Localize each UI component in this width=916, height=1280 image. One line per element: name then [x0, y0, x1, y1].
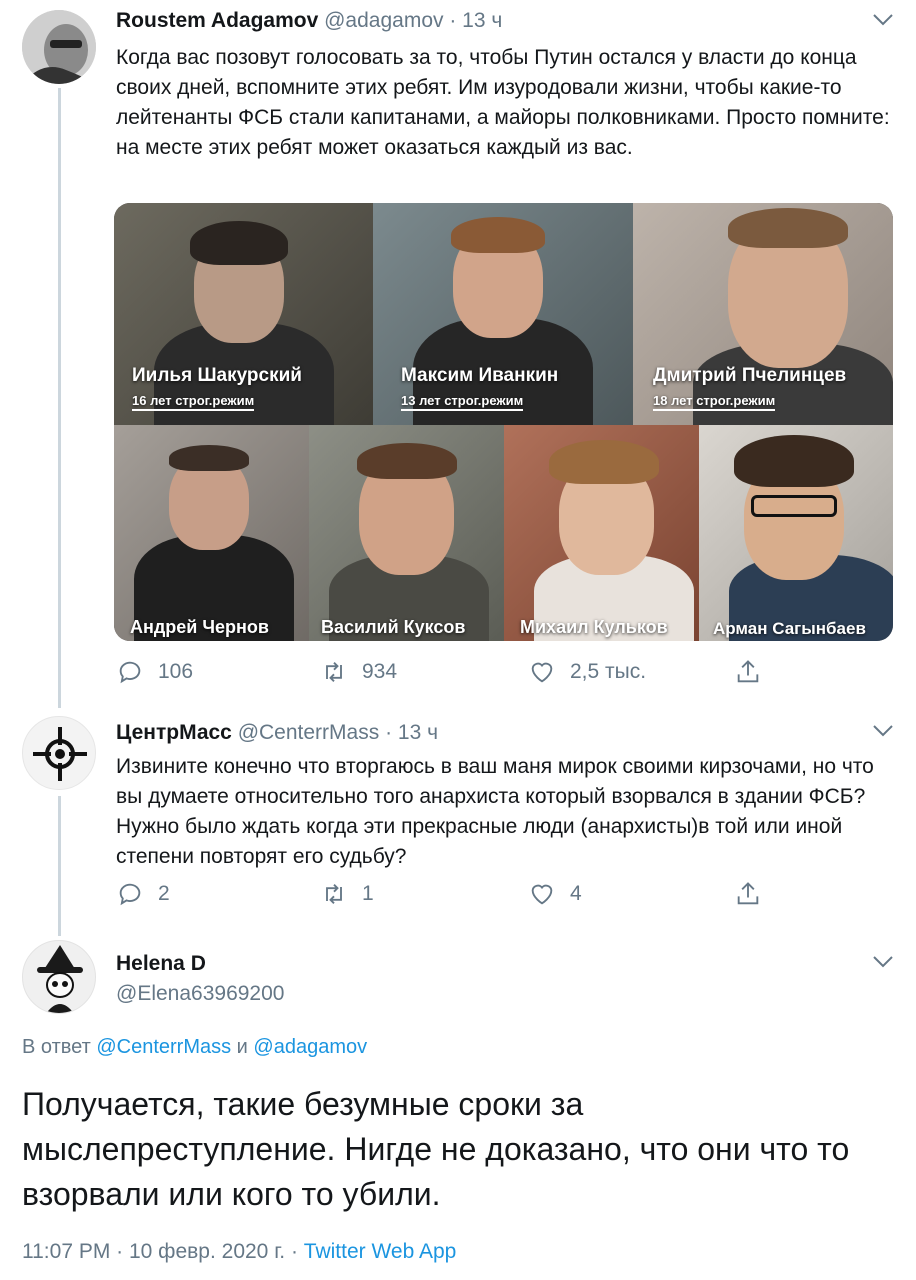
reply-icon: [119, 661, 141, 684]
tweet3-text: Получается, такие безумные сроки за мысл…: [22, 1086, 850, 1212]
reply-count: 106: [158, 660, 194, 683]
tweet-time[interactable]: · 13 ч: [385, 721, 438, 744]
author-handle[interactable]: @adagamov: [324, 9, 443, 32]
reply-button[interactable]: 2: [116, 880, 170, 908]
photo-caption-name: Михаил Кульков: [520, 617, 668, 637]
author-handle[interactable]: @CenterrMass: [238, 721, 380, 744]
like-count: 2,5 тыс.: [570, 660, 647, 683]
photo-caption-name: Иилья Шакурский: [132, 365, 302, 386]
retweet-count: 1: [362, 882, 374, 905]
photo-7[interactable]: Арман Сагынбаев: [699, 425, 893, 641]
share-button[interactable]: [734, 658, 762, 686]
tweet1-header: Roustem Adagamov @adagamov · 13 ч: [116, 9, 502, 33]
timestamp[interactable]: 11:07 PM · 10 февр. 2020 г. ·: [22, 1240, 298, 1263]
author-handle[interactable]: @Elena63969200: [116, 982, 284, 1005]
photo-caption-name: Андрей Чернов: [130, 617, 269, 637]
chevron-down-icon[interactable]: [872, 724, 894, 738]
photo-caption-name: Максим Иванкин: [401, 365, 559, 386]
photo-3[interactable]: Дмитрий Пчелинцев 18 лет строг.режим: [633, 203, 893, 425]
retweet-icon: [326, 662, 342, 682]
thread-line-1: [58, 88, 61, 708]
like-button[interactable]: 2,5 тыс.: [528, 658, 646, 686]
chevron-down-icon[interactable]: [872, 955, 894, 969]
photo-caption-name: Дмитрий Пчелинцев: [653, 365, 847, 386]
retweet-button[interactable]: 934: [320, 658, 397, 686]
tweet3-name: Helena D: [116, 952, 206, 976]
mention-link[interactable]: @CenterrMass: [96, 1036, 231, 1058]
photo-2[interactable]: Максим Иванкин 13 лет строг.режим: [373, 203, 633, 425]
tweet2-header: ЦентрМасс @CenterrMass · 13 ч: [116, 721, 438, 745]
reply-count: 2: [158, 882, 170, 905]
author-name[interactable]: ЦентрМасс: [116, 721, 232, 744]
tweet3-handle: @Elena63969200: [116, 982, 284, 1006]
replying-to: В ответ @CenterrMass и @adagamov: [22, 1036, 367, 1059]
tweet2-actions: 2 1 4: [116, 880, 902, 912]
share-button[interactable]: [734, 880, 762, 908]
share-icon: [737, 882, 759, 905]
photo-caption-sentence: 16 лет строг.режим: [132, 393, 255, 411]
reply-icon: [119, 883, 141, 906]
source-app-link[interactable]: Twitter Web App: [304, 1240, 457, 1263]
photo-1[interactable]: Иилья Шакурский 16 лет строг.режим: [114, 203, 373, 425]
tweet1-media[interactable]: Иилья Шакурский 16 лет строг.режим Макси…: [114, 203, 893, 641]
retweet-count: 934: [362, 660, 398, 683]
mention-link[interactable]: @adagamov: [253, 1036, 367, 1058]
avatar-adagamov[interactable]: [22, 10, 96, 84]
tweet3-footer: 11:07 PM · 10 февр. 2020 г. · Twitter We…: [22, 1240, 456, 1264]
reply-button[interactable]: 106: [116, 658, 193, 686]
chevron-down-icon[interactable]: [872, 13, 894, 27]
avatar-centerrmass[interactable]: [22, 716, 96, 790]
photo-caption-name: Арман Сагынбаев: [713, 619, 866, 638]
photo-5[interactable]: Василий Куксов: [309, 425, 504, 641]
author-name[interactable]: Helena D: [116, 952, 206, 975]
tweet-time[interactable]: · 13 ч: [449, 9, 502, 32]
like-icon: [531, 662, 553, 683]
tweet1-actions: 106 934 2,5 тыс.: [116, 658, 902, 690]
share-icon: [737, 660, 759, 683]
photo-caption-name: Василий Куксов: [321, 617, 466, 637]
author-name[interactable]: Roustem Adagamov: [116, 9, 318, 32]
photo-caption-sentence: 13 лет строг.режим: [401, 393, 524, 411]
retweet-icon: [326, 884, 342, 904]
replying-to-and: и: [236, 1036, 248, 1058]
retweet-button[interactable]: 1: [320, 880, 374, 908]
photo-caption-sentence: 18 лет строг.режим: [653, 393, 776, 411]
avatar-helena[interactable]: [22, 940, 96, 1014]
like-count: 4: [570, 882, 582, 905]
like-button[interactable]: 4: [528, 880, 582, 908]
photo-6[interactable]: Михаил Кульков: [504, 425, 699, 641]
like-icon: [531, 884, 553, 905]
tweet1-text: Когда вас позовут голосовать за то, чтоб…: [116, 46, 890, 159]
tweet2-text: Извините конечно что вторгаюсь в ваш ман…: [116, 755, 874, 868]
thread-line-2: [58, 796, 61, 936]
replying-to-prefix: В ответ: [22, 1036, 91, 1058]
photo-4[interactable]: Андрей Чернов: [114, 425, 309, 641]
